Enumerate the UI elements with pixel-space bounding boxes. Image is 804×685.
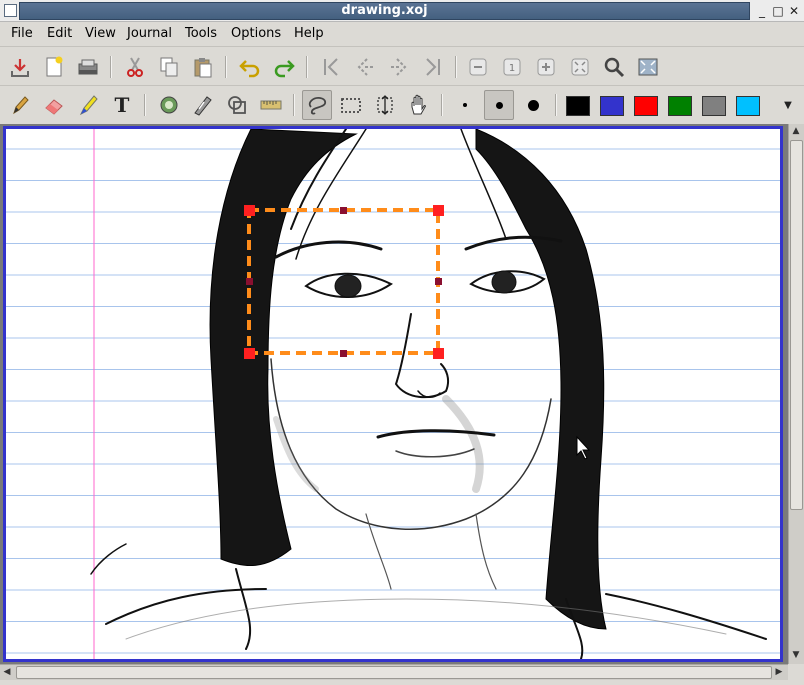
menu-options[interactable]: Options	[231, 26, 281, 41]
canvas-area[interactable]	[0, 124, 788, 664]
previous-page-icon[interactable]	[350, 52, 380, 82]
title-bar: drawing.xoj _ □ ✕	[0, 0, 804, 22]
zoom-fit-icon[interactable]	[565, 52, 595, 82]
color-light-blue-button[interactable]	[736, 96, 760, 116]
color-blue-button[interactable]	[600, 96, 624, 116]
width-thick-button[interactable]	[518, 90, 548, 120]
menu-help[interactable]: Help	[294, 26, 324, 41]
last-page-icon[interactable]	[418, 52, 448, 82]
drawing-canvas[interactable]	[6, 129, 780, 659]
scroll-down-arrow[interactable]: ▼	[789, 648, 803, 662]
width-fine-button[interactable]	[450, 90, 480, 120]
minimize-button[interactable]: _	[754, 3, 770, 19]
menu-view[interactable]: View	[85, 26, 116, 41]
ruled-lines	[6, 148, 780, 654]
next-page-icon[interactable]	[384, 52, 414, 82]
text-tool-label: T	[114, 93, 130, 117]
copy-icon[interactable]	[154, 52, 184, 82]
ruler-pen-icon[interactable]	[188, 90, 218, 120]
paste-icon[interactable]	[188, 52, 218, 82]
menu-bar: File Edit View Journal Tools Options Hel…	[0, 22, 804, 47]
find-icon[interactable]	[599, 52, 629, 82]
selection-handle-bottom-right[interactable]	[433, 348, 444, 359]
menu-edit[interactable]: Edit	[47, 26, 72, 41]
scroll-right-arrow[interactable]: ▶	[772, 665, 786, 679]
new-page-icon[interactable]	[39, 52, 69, 82]
highlighter-icon[interactable]	[73, 90, 103, 120]
close-button[interactable]: ✕	[786, 3, 802, 19]
vertical-space-icon[interactable]	[370, 90, 400, 120]
toolbar-overflow-button[interactable]: ▼	[780, 96, 796, 116]
hand-tool-icon[interactable]	[404, 90, 434, 120]
scroll-left-arrow[interactable]: ◀	[0, 665, 14, 679]
color-red-button[interactable]	[634, 96, 658, 116]
selection-handle-right-middle[interactable]	[435, 278, 442, 285]
open-icon[interactable]	[73, 52, 103, 82]
selection-handle-bottom-middle[interactable]	[340, 350, 347, 357]
redo-icon[interactable]	[269, 52, 299, 82]
selection-handle-top-left[interactable]	[244, 205, 255, 216]
first-page-icon[interactable]	[316, 52, 346, 82]
shape-recognizer-icon[interactable]	[154, 90, 184, 120]
horizontal-scroll-thumb[interactable]	[16, 666, 772, 679]
window-menu-button[interactable]	[4, 4, 17, 17]
selection-handle-top-middle[interactable]	[340, 207, 347, 214]
color-gray-button[interactable]	[702, 96, 726, 116]
zoom-normal-icon[interactable]: 1	[497, 52, 527, 82]
main-toolbar: 1	[0, 48, 804, 86]
lasso-select-icon[interactable]	[302, 90, 332, 120]
status-bar	[0, 680, 804, 685]
shapes-icon[interactable]	[222, 90, 252, 120]
window-title: drawing.xoj	[19, 2, 750, 20]
pen-icon[interactable]	[5, 90, 35, 120]
menu-journal[interactable]: Journal	[127, 26, 172, 41]
color-black-button[interactable]	[566, 96, 590, 116]
color-green-button[interactable]	[668, 96, 692, 116]
svg-text:1: 1	[509, 63, 515, 74]
ruler-icon[interactable]	[256, 90, 286, 120]
rect-select-icon[interactable]	[336, 90, 366, 120]
fullscreen-icon[interactable]	[633, 52, 663, 82]
zoom-out-icon[interactable]	[463, 52, 493, 82]
tools-toolbar: T ▼	[0, 86, 804, 124]
menu-tools[interactable]: Tools	[185, 26, 217, 41]
maximize-button[interactable]: □	[770, 3, 786, 19]
cut-icon[interactable]	[120, 52, 150, 82]
vertical-scroll-thumb[interactable]	[790, 140, 803, 510]
horizontal-scrollbar[interactable]: ◀ ▶	[0, 664, 788, 680]
journal-page[interactable]	[3, 126, 783, 662]
text-tool-icon[interactable]: T	[107, 90, 137, 120]
save-icon[interactable]	[5, 52, 35, 82]
undo-icon[interactable]	[235, 52, 265, 82]
zoom-in-icon[interactable]	[531, 52, 561, 82]
eraser-icon[interactable]	[39, 90, 69, 120]
scroll-up-arrow[interactable]: ▲	[789, 124, 803, 138]
vertical-scrollbar[interactable]: ▲ ▼	[788, 124, 804, 664]
selection-handle-top-right[interactable]	[433, 205, 444, 216]
selection-handle-left-middle[interactable]	[246, 278, 253, 285]
selection-handle-bottom-left[interactable]	[244, 348, 255, 359]
width-medium-button[interactable]	[484, 90, 514, 120]
menu-file[interactable]: File	[11, 26, 33, 41]
